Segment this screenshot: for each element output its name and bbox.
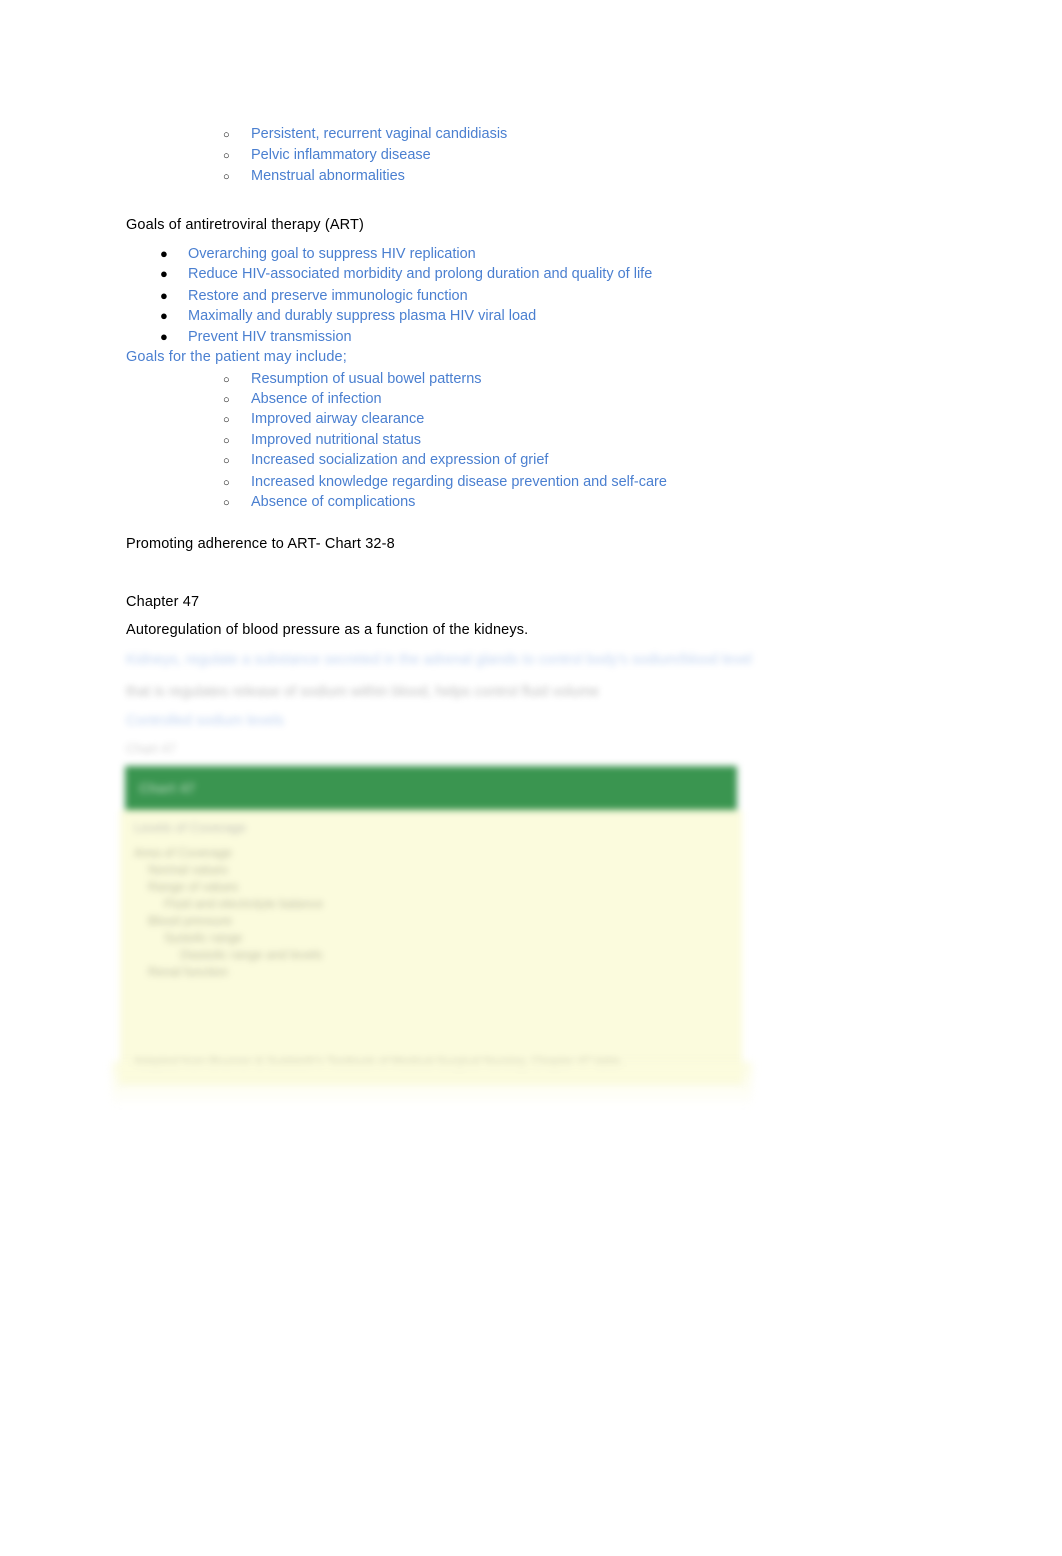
chart-infobox-line: Systolic range: [164, 931, 243, 945]
blurred-text-line: Kidneys, regulate a substance secreted i…: [126, 652, 752, 668]
disc-bullet-icon: ●: [160, 329, 168, 344]
chart-infobox-title: Chart 47: [139, 780, 196, 796]
chart-infobox-line: Fluid and electrolyte balance: [164, 897, 324, 911]
chart-infobox: Chart 47 Levels of Coverage Area of Cove…: [120, 766, 742, 1084]
chart-infobox-line: Range of values: [148, 880, 239, 894]
list-item-label: Improved nutritional status: [251, 432, 422, 448]
disc-bullet-icon: ●: [160, 266, 168, 281]
chart-infobox-line: Renal function: [148, 965, 228, 979]
list-item-label: Overarching goal to suppress HIV replica…: [188, 246, 476, 262]
disc-bullet-icon: ●: [160, 246, 168, 261]
circle-hollow-icon: ○: [223, 477, 230, 489]
blurred-text-line: Controlled sodium levels: [126, 713, 284, 729]
circle-hollow-icon: ○: [223, 374, 230, 386]
list-item-label: Absence of infection: [251, 391, 382, 407]
list-item: ● Maximally and durably suppress plasma …: [160, 306, 536, 326]
chart-infobox-body: Levels of Coverage Area of Coverage Norm…: [120, 810, 742, 1050]
list-item: ● Reduce HIV-associated morbidity and pr…: [160, 264, 652, 284]
list-item-label: Absence of complications: [251, 494, 416, 510]
list-item: ○ Resumption of usual bowel patterns: [223, 369, 482, 390]
list-item-label: Resumption of usual bowel patterns: [251, 371, 482, 387]
section-heading-art: Goals of antiretroviral therapy (ART): [126, 217, 364, 233]
chart-infobox-line: Diastolic range and levels: [180, 948, 323, 962]
list-item-label: Reduce HIV-associated morbidity and prol…: [188, 266, 653, 282]
blurred-text-line: that is regulates release of sodium with…: [126, 684, 600, 700]
chart-infobox-line: Normal values: [148, 863, 228, 877]
blurred-text-line: Chart 47: [126, 741, 176, 756]
circle-hollow-icon: ○: [223, 171, 230, 183]
disc-bullet-icon: ●: [160, 308, 168, 323]
chart-infobox-header: Chart 47: [125, 766, 737, 810]
list-item: ○ Improved nutritional status: [223, 430, 421, 451]
list-item-label: Pelvic inflammatory disease: [251, 147, 431, 163]
list-item-label: Increased knowledge regarding disease pr…: [251, 474, 667, 490]
list-item: ○ Increased socialization and expression…: [223, 450, 548, 471]
chart-infobox-subtitle: Levels of Coverage: [134, 820, 247, 835]
circle-hollow-icon: ○: [223, 455, 230, 467]
list-item: ○ Persistent, recurrent vaginal candidia…: [223, 124, 507, 145]
circle-hollow-icon: ○: [223, 150, 230, 162]
list-item: ○ Pelvic inflammatory disease: [223, 145, 431, 166]
document-page: ○ Persistent, recurrent vaginal candidia…: [0, 0, 1062, 1556]
list-item-label: Menstrual abnormalities: [251, 168, 405, 184]
chart-infobox-bottom-fade: [112, 1062, 752, 1108]
list-item-label: Restore and preserve immunologic functio…: [188, 288, 468, 304]
disc-bullet-icon: ●: [160, 288, 168, 303]
chapter-topic: Autoregulation of blood pressure as a fu…: [126, 622, 529, 638]
circle-hollow-icon: ○: [223, 129, 230, 141]
list-item-label: Improved airway clearance: [251, 411, 425, 427]
list-item: ● Prevent HIV transmission: [160, 327, 352, 347]
circle-hollow-icon: ○: [223, 497, 230, 509]
circle-hollow-icon: ○: [223, 435, 230, 447]
list-item: ● Overarching goal to suppress HIV repli…: [160, 244, 476, 264]
list-item: ○ Absence of infection: [223, 389, 382, 410]
list-item: ● Restore and preserve immunologic funct…: [160, 286, 468, 306]
circle-hollow-icon: ○: [223, 414, 230, 426]
circle-hollow-icon: ○: [223, 394, 230, 406]
patient-goals-intro: Goals for the patient may include;: [126, 349, 347, 365]
list-item-label: Increased socialization and expression o…: [251, 452, 549, 468]
chart-infobox-line: Area of Coverage: [134, 846, 232, 860]
list-item-label: Prevent HIV transmission: [188, 329, 352, 345]
list-item: ○ Increased knowledge regarding disease …: [223, 472, 667, 493]
list-item-label: Persistent, recurrent vaginal candidiasi…: [251, 126, 508, 142]
chapter-heading: Chapter 47: [126, 594, 200, 610]
adherence-note: Promoting adherence to ART- Chart 32-8: [126, 536, 395, 552]
chart-infobox-line: Blood pressure: [148, 914, 233, 928]
list-item: ○ Improved airway clearance: [223, 409, 424, 430]
list-item: ○ Menstrual abnormalities: [223, 166, 405, 187]
list-item-label: Maximally and durably suppress plasma HI…: [188, 308, 537, 324]
list-item: ○ Absence of complications: [223, 492, 415, 513]
